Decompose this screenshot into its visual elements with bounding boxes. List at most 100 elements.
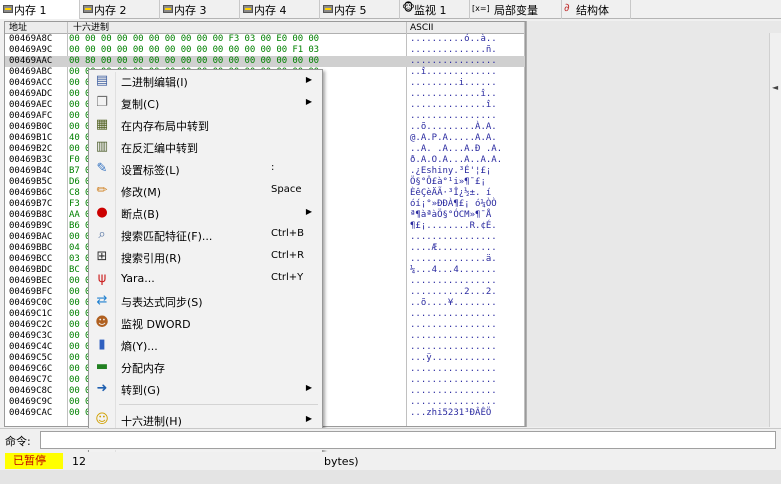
dump-row[interactable]: 00469A8C 00 00 00 00 00 00 00 00 00 00 F3… — [5, 34, 525, 45]
vertical-scrollbar[interactable]: ◄ — [769, 33, 781, 427]
ascii-cell: ................ — [410, 342, 497, 352]
menu-separator — [119, 404, 318, 405]
dump-row[interactable]: 00469AAC 00 80 00 00 00 00 00 00 00 00 00… — [5, 56, 525, 67]
dump-header: 地址 十六进制 ASCII — [5, 22, 525, 34]
bottom-strip — [0, 470, 781, 484]
scroll-arrow-icon[interactable]: ◄ — [772, 83, 778, 92]
menu-item[interactable]: ➜ 转到(G) ▶ — [91, 378, 320, 400]
address-cell: 00469C0C — [9, 298, 53, 308]
address-cell: 00469AEC — [9, 100, 53, 110]
ascii-cell: ..............ñ. — [410, 45, 497, 55]
menu-item[interactable]: ✏ 修改(M) Space — [91, 180, 320, 202]
ascii-cell: ................ — [410, 397, 497, 407]
ascii-cell: ................ — [410, 309, 497, 319]
command-bar: 命令: — [0, 428, 781, 450]
menu-item[interactable]: ▤ 二进制编辑(I) ▶ — [91, 70, 320, 92]
pencil-icon: ✏ — [96, 183, 108, 198]
address-cell: 00469C9C — [9, 397, 53, 407]
menu-item-label: 修改(M) — [121, 186, 162, 199]
menu-item[interactable]: ▬ 分配内存 — [91, 356, 320, 378]
menu-item-label: 熵(Y)... — [121, 340, 158, 353]
ascii-cell: ...ÿ............ — [410, 353, 497, 363]
menu-item[interactable]: ✎ 设置标签(L): — [91, 158, 320, 180]
menu-item[interactable]: ❐ 复制(C) ▶ — [91, 92, 320, 114]
menu-item[interactable]: ● 断点(B) ▶ — [91, 202, 320, 224]
tab-8[interactable]: ∂ 结构体 — [562, 0, 631, 19]
tab-4[interactable]: 内存 4 — [240, 0, 320, 19]
address-cell: 00469BCC — [9, 254, 53, 264]
paused-status-badge: 已暂停 — [5, 453, 63, 469]
tab-5[interactable]: 内存 5 — [320, 0, 400, 19]
status-text-tail: bytes) — [324, 455, 359, 468]
menu-item-label: 搜索引用(R) — [121, 252, 182, 265]
command-input[interactable] — [40, 431, 776, 449]
ascii-cell: ..î............. — [410, 67, 497, 77]
memory-icon — [243, 5, 253, 13]
watch-face-icon: 🐵 — [402, 1, 415, 14]
memory-icon — [163, 5, 173, 13]
address-cell: 00469C4C — [9, 342, 53, 352]
memory-icon — [83, 5, 93, 13]
address-cell: 00469AFC — [9, 111, 53, 121]
dump-row[interactable]: 00469A9C 00 00 00 00 00 00 00 00 00 00 00… — [5, 45, 525, 56]
disassembly-icon: ▥ — [95, 139, 109, 154]
submenu-arrow-icon: ▶ — [305, 383, 312, 392]
address-cell: 00469CAC — [9, 408, 53, 418]
ascii-cell: @.A.P.A.....A.A. — [410, 133, 497, 143]
tab-3[interactable]: 内存 3 — [160, 0, 240, 19]
address-cell: 00469BEC — [9, 276, 53, 286]
ascii-cell: ..õ.........À.A. — [410, 122, 497, 132]
menu-item-label: 复制(C) — [121, 98, 160, 111]
command-label: 命令: — [5, 435, 31, 448]
address-cell: 00469B9C — [9, 221, 53, 231]
menu-item-label: 分配内存 — [121, 362, 165, 375]
address-cell: 00469C7C — [9, 375, 53, 385]
address-cell: 00469BAC — [9, 232, 53, 242]
menu-item[interactable]: ☻ 监视 DWORD — [91, 312, 320, 334]
memory-map-icon: ▦ — [95, 117, 109, 132]
header-ascii: ASCII — [410, 23, 434, 33]
ascii-cell: ................ — [410, 111, 497, 121]
tab-1[interactable]: 内存 1 — [0, 0, 80, 19]
address-cell: 00469AAC — [9, 56, 53, 66]
menu-item-label: 搜索匹配特征(F)... — [121, 230, 213, 243]
submenu-arrow-icon: ▶ — [305, 97, 312, 106]
context-menu: ▤ 二进制编辑(I) ▶ ❐ 复制(C) ▶ ▦ 在内存布局中转到 ▥ 在反汇编中转到 ✎ 设置标签(… — [88, 69, 323, 477]
status-bar: 已暂停 12 bytes) — [0, 452, 781, 470]
tab-7[interactable]: [x=] 局部变量 — [470, 0, 562, 19]
tab-bar: 内存 1 内存 2 内存 3 内存 4 内存 5 🐵 监视 1 [x=] 局部变量 ∂ 结构体 — [0, 0, 781, 19]
address-cell: 00469C6C — [9, 364, 53, 374]
address-cell: 00469B7C — [9, 199, 53, 209]
hex-cell: 00 00 00 00 00 00 00 00 00 00 F3 03 00 E… — [69, 34, 319, 44]
menu-item[interactable]: ▥ 在反汇编中转到 — [91, 136, 320, 158]
goto-icon: ➜ — [96, 381, 108, 396]
tab-6[interactable]: 🐵 监视 1 — [400, 0, 470, 19]
breakpoint-dot-icon: ● — [96, 205, 108, 220]
ascii-cell: ¼...4...4....... — [410, 265, 497, 275]
menu-item[interactable]: ▦ 在内存布局中转到 — [91, 114, 320, 136]
menu-item-label: 监视 DWORD — [121, 318, 191, 331]
address-cell: 00469B5C — [9, 177, 53, 187]
menu-item[interactable]: ⌕ 搜索匹配特征(F)... Ctrl+B — [91, 224, 320, 246]
tab-2[interactable]: 内存 2 — [80, 0, 160, 19]
ascii-cell: ÈêÇèÄÃ·³Î¿½±. í — [410, 188, 492, 198]
struct-hook-icon: ∂ — [564, 1, 570, 14]
memory-icon — [3, 5, 13, 13]
menu-item[interactable]: ▮ 熵(Y)... — [91, 334, 320, 356]
address-cell: 00469C2C — [9, 320, 53, 330]
ascii-cell: ................ — [410, 276, 497, 286]
ascii-cell: ð.A.O.A...A..A.A. — [410, 155, 503, 165]
ascii-cell: ................ — [410, 364, 497, 374]
tab-label: 结构体 — [576, 3, 609, 17]
menu-item[interactable]: ψ Yara... Ctrl+Y — [91, 268, 320, 290]
menu-item[interactable]: ⊞ 搜索引用(R) Ctrl+R — [91, 246, 320, 268]
menu-item-label: 设置标签(L) — [121, 164, 180, 177]
menu-item-shortcut: Ctrl+R — [271, 250, 305, 261]
ascii-cell: óí¡°»ÐÐÀ¶£¡ ó¼ÒÒ — [410, 199, 497, 209]
yara-icon: ψ — [97, 271, 107, 286]
menu-item-label: 在内存布局中转到 — [121, 120, 209, 133]
menu-item[interactable]: ⇄ 与表达式同步(S) — [91, 290, 320, 312]
ascii-cell: .¿Eshiny.³É'¦£¡ — [410, 166, 492, 176]
hex-cell: 00 00 00 00 00 00 00 00 00 00 00 00 00 0… — [69, 45, 319, 55]
menu-item-shortcut: Space — [271, 184, 302, 195]
